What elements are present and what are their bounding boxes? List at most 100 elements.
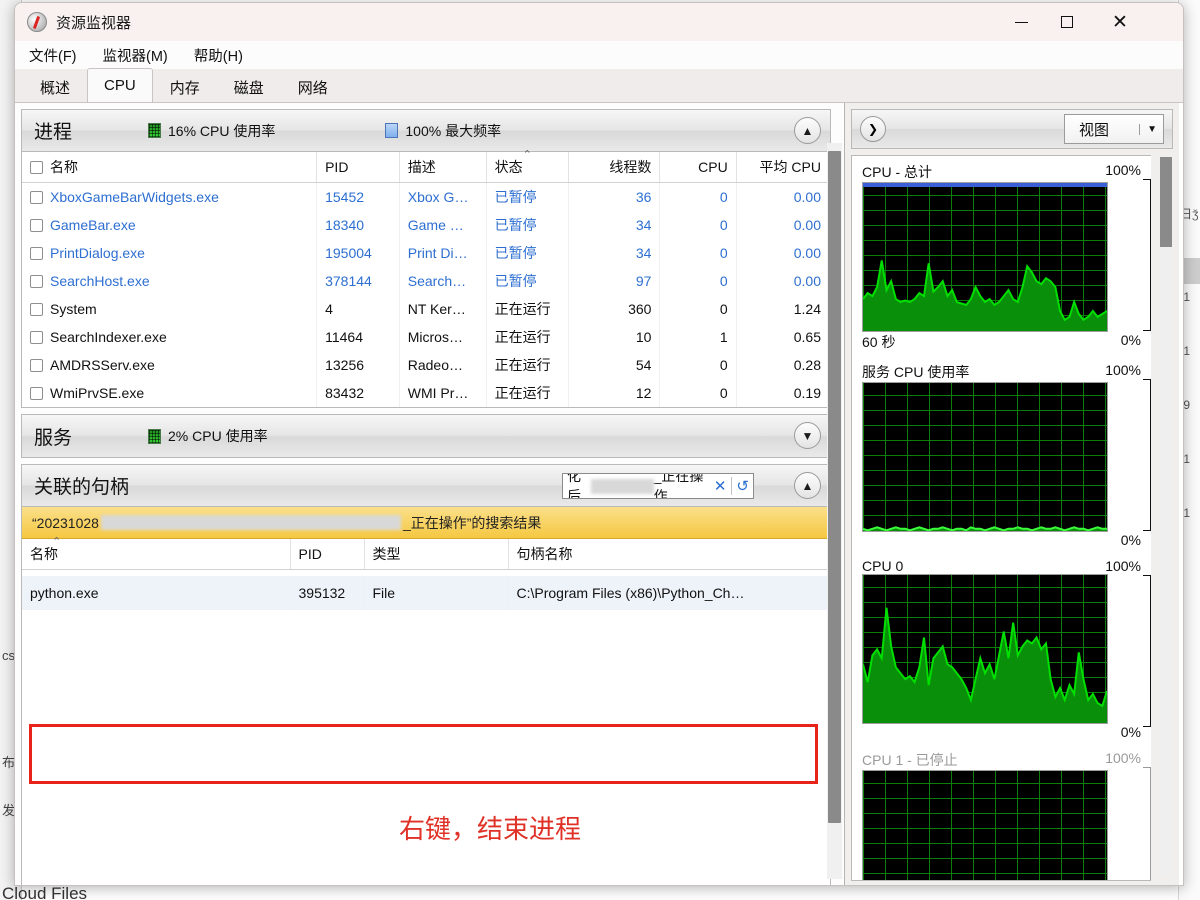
table-row[interactable]: XboxGameBarWidgets.exe 15452 Xbox G… 已暂停… [22,183,830,212]
processes-table: 名称 PID 描述 ⌃ 状态 线程数 CPU 平均 CPU [22,152,830,407]
search-refresh-icon[interactable]: ↺ [731,477,753,495]
handle-pid-cell: 395132 [290,576,364,610]
background-bottom-label: Cloud Files [2,884,87,900]
process-pid-cell: 13256 [317,351,400,379]
cpu-usage-swatch-icon [148,123,161,138]
column-header-status[interactable]: ⌃ 状态 [486,152,569,183]
table-row[interactable]: AMDRSServ.exe 13256 Radeo… 正在运行 54 0 0.2… [22,351,830,379]
graph-scrollbar-thumb[interactable] [1160,157,1172,247]
banner-prefix: “20231028 [32,515,99,531]
process-cpu-cell: 1 [660,323,736,351]
row-checkbox[interactable] [30,387,43,400]
table-row[interactable]: System 4 NT Ker… 正在运行 360 0 1.24 [22,295,830,323]
table-row[interactable]: python.exe 395132 File C:\Program Files … [22,576,830,610]
column-header-threads[interactable]: 线程数 [569,152,660,183]
close-button[interactable]: ✕ [1097,3,1143,41]
column-header-handle-type[interactable]: 类型 [364,539,508,570]
handles-title: 关联的句柄 [34,472,129,499]
banner-suffix: _正在操作”的搜索结果 [403,513,541,533]
chart-cpu-total-ymax: 100% [1105,162,1141,182]
tab-network[interactable]: 网络 [281,71,345,102]
banner-redacted [101,515,401,530]
column-header-handle-path[interactable]: 句柄名称 [508,539,830,570]
graph-column: ❯ 视图 ▼ CPU - 总计 100% [844,103,1179,886]
process-threads-cell: 54 [569,351,660,379]
chart-service-cpu-labels: 服务 CPU 使用率 100% [862,362,1141,382]
column-header-avg-cpu[interactable]: 平均 CPU [736,152,829,183]
window-titlebar: 资源监视器 ✕ [15,3,1183,41]
process-cpu-cell: 0 [660,351,736,379]
chart-cpu-0-ymax: 100% [1105,558,1141,574]
menu-item-file[interactable]: 文件(F) [29,45,77,66]
process-name-cell: XboxGameBarWidgets.exe [22,183,317,212]
services-expand-button[interactable]: ▼ [794,422,821,449]
table-row[interactable]: GameBar.exe 18340 Game … 已暂停 34 0 0.00 [22,211,830,239]
handle-search-input[interactable]: 化后 _正在操作 ✕ ↺ [562,473,754,499]
minimize-button[interactable] [998,3,1044,41]
tab-disk[interactable]: 磁盘 [217,71,281,102]
table-row[interactable]: WmiPrvSE.exe 83432 WMI Pr… 正在运行 12 0 0.1… [22,379,830,407]
row-checkbox[interactable] [30,331,43,344]
left-content-column: 进程 16% CPU 使用率 100% 最大频率 ▲ [15,103,844,886]
cpu-usage-swatch-icon [148,429,161,444]
handles-header[interactable]: 关联的句柄 化后 _正在操作 ✕ ↺ ▲ [22,465,830,507]
processes-collapse-button[interactable]: ▲ [794,117,821,144]
column-header-cpu[interactable]: CPU [660,152,736,183]
chart-axis-bracket [1143,379,1151,531]
view-dropdown-button[interactable]: 视图 ▼ [1064,114,1164,144]
chart-axis-bracket [1143,179,1151,331]
process-pid-cell: 195004 [317,239,400,267]
row-checkbox[interactable] [30,219,43,232]
column-header-description[interactable]: 描述 [399,152,486,183]
process-name-cell: System [22,295,317,323]
processes-header[interactable]: 进程 16% CPU 使用率 100% 最大频率 ▲ [22,110,830,152]
process-threads-cell: 36 [569,183,660,212]
left-scrollbar[interactable] [827,143,842,879]
row-checkbox[interactable] [30,303,43,316]
column-header-name[interactable]: 名称 [22,152,317,183]
menu-item-help[interactable]: 帮助(H) [194,45,243,66]
process-pid-cell: 4 [317,295,400,323]
handles-collapse-button[interactable]: ▲ [794,472,821,499]
process-cpu-cell: 0 [660,295,736,323]
chart-cpu-total-title: CPU - 总计 [862,162,932,182]
tab-overview[interactable]: 概述 [23,71,87,102]
table-row[interactable]: SearchHost.exe 378144 Search… 已暂停 97 0 0… [22,267,830,295]
process-avgcpu-cell: 0.00 [736,239,829,267]
chart-service-cpu-ymax: 100% [1105,362,1141,382]
row-checkbox[interactable] [30,359,43,372]
process-avgcpu-cell: 1.24 [736,295,829,323]
process-avgcpu-cell: 0.00 [736,267,829,295]
select-all-checkbox[interactable] [30,161,43,174]
tab-cpu[interactable]: CPU [87,68,153,102]
services-header[interactable]: 服务 2% CPU 使用率 ▼ [22,415,830,457]
menu-item-monitor[interactable]: 监视器(M) [103,45,168,66]
process-cpu-cell: 0 [660,379,736,407]
process-status-cell: 已暂停 [486,239,569,267]
processes-max-frequency-label: 100% 最大频率 [405,121,501,141]
annotation-highlight-box [29,724,818,784]
graph-scrollbar[interactable] [1159,155,1173,875]
row-checkbox[interactable] [30,247,43,260]
minimize-icon [1015,22,1028,23]
column-header-handle-name[interactable]: ⌃ 名称 [22,539,290,570]
search-clear-icon[interactable]: ✕ [709,477,732,495]
left-scrollbar-thumb[interactable] [828,151,841,823]
handles-header-row: ⌃ 名称 PID 类型 句柄名称 [22,539,830,570]
column-header-pid[interactable]: PID [317,152,400,183]
handle-path-cell: C:\Program Files (x86)\Python_Ch… [508,576,830,610]
chart-cpu-0-labels: CPU 0 100% [862,558,1141,574]
graph-expand-button[interactable]: ❯ [860,116,886,142]
table-row[interactable]: SearchIndexer.exe 11464 Micros… 正在运行 10 … [22,323,830,351]
row-checkbox[interactable] [30,275,43,288]
maximize-button[interactable] [1044,3,1090,41]
processes-table-body: XboxGameBarWidgets.exe 15452 Xbox G… 已暂停… [22,183,830,408]
chart-cpu-1-title: CPU 1 - 已停止 [862,750,958,770]
tab-memory[interactable]: 内存 [153,71,217,102]
table-row[interactable]: PrintDialog.exe 195004 Print Di… 已暂停 34 … [22,239,830,267]
chart-cpu-1-labels: CPU 1 - 已停止 100% [862,750,1141,770]
process-status-cell: 已暂停 [486,183,569,212]
row-checkbox[interactable] [30,191,43,204]
process-status-cell: 已暂停 [486,211,569,239]
column-header-handle-pid[interactable]: PID [290,539,364,570]
